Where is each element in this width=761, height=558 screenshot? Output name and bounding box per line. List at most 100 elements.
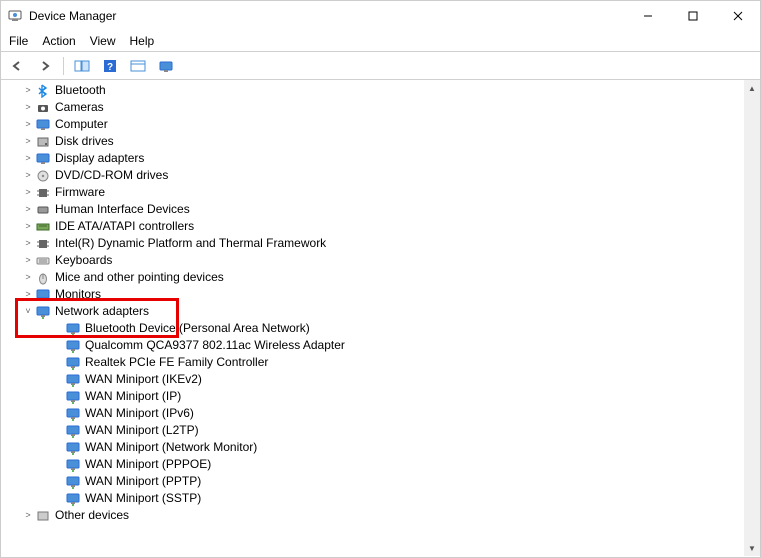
menu-view[interactable]: View [90,34,116,48]
expand-icon[interactable]: > [21,235,35,252]
properties-button[interactable] [126,55,150,77]
expand-icon[interactable]: > [21,184,35,201]
network-adapter-icon [65,389,81,405]
tree-category-keyboards[interactable]: > Keyboards [1,252,744,269]
tree-category-dvd[interactable]: > DVD/CD-ROM drives [1,167,744,184]
tree-category-network[interactable]: ˅ Network adapters [1,303,744,320]
expand-icon[interactable]: > [21,150,35,167]
expand-icon[interactable]: > [21,252,35,269]
device-label[interactable]: WAN Miniport (L2TP) [85,422,199,439]
category-label[interactable]: Monitors [55,286,101,303]
titlebar: Device Manager [1,1,760,31]
show-hide-button[interactable] [70,55,94,77]
camera-icon [35,100,51,116]
device-label[interactable]: WAN Miniport (IKEv2) [85,371,202,388]
disc-icon [35,168,51,184]
device-label[interactable]: WAN Miniport (IP) [85,388,181,405]
tree-category-cameras[interactable]: > Cameras [1,99,744,116]
tree-device[interactable]: WAN Miniport (PPTP) [1,473,744,490]
expand-icon[interactable]: > [21,218,35,235]
minimize-button[interactable] [625,1,670,31]
device-label[interactable]: Qualcomm QCA9377 802.11ac Wireless Adapt… [85,337,345,354]
scroll-up-arrow[interactable]: ▲ [744,80,760,96]
close-button[interactable] [715,1,760,31]
tree-category-monitors[interactable]: > Monitors [1,286,744,303]
device-tree[interactable]: >Bluetooth>Cameras>Computer>Disk drives>… [1,80,744,556]
tree-device[interactable]: Realtek PCIe FE Family Controller [1,354,744,371]
chip-icon [35,236,51,252]
tree-category-intel[interactable]: > Intel(R) Dynamic Platform and Thermal F… [1,235,744,252]
category-label[interactable]: Display adapters [55,150,144,167]
monitor-icon [35,287,51,303]
category-label[interactable]: Computer [55,116,108,133]
menu-help[interactable]: Help [130,34,155,48]
tree-category-other[interactable]: > Other devices [1,507,744,524]
help-icon[interactable]: ? [98,55,122,77]
expand-icon[interactable]: > [21,286,35,303]
tree-device[interactable]: WAN Miniport (Network Monitor) [1,439,744,456]
network-adapter-icon [65,423,81,439]
category-label[interactable]: DVD/CD-ROM drives [55,167,168,184]
category-label[interactable]: Network adapters [55,303,149,320]
category-label[interactable]: Other devices [55,507,129,524]
tree-category-mice[interactable]: > Mice and other pointing devices [1,269,744,286]
category-label[interactable]: Firmware [55,184,105,201]
device-label[interactable]: WAN Miniport (PPPOE) [85,456,211,473]
tree-device[interactable]: WAN Miniport (IP) [1,388,744,405]
menu-file[interactable]: File [9,34,28,48]
device-label[interactable]: WAN Miniport (SSTP) [85,490,201,507]
expand-icon[interactable]: > [21,507,35,524]
forward-button[interactable] [33,55,57,77]
tree-category-display[interactable]: > Display adapters [1,150,744,167]
category-label[interactable]: Cameras [55,99,104,116]
tree-category-hid[interactable]: > Human Interface Devices [1,201,744,218]
back-button[interactable] [5,55,29,77]
category-label[interactable]: Bluetooth [55,82,106,99]
expand-icon[interactable]: > [21,269,35,286]
expand-icon[interactable]: > [21,133,35,150]
category-label[interactable]: Mice and other pointing devices [55,269,224,286]
scroll-down-arrow[interactable]: ▼ [744,540,760,556]
tree-category-computer[interactable]: > Computer [1,116,744,133]
toolbar-separator [63,57,64,75]
device-label[interactable]: Bluetooth Device (Personal Area Network) [85,320,310,337]
toolbar: ? [1,52,760,80]
category-label[interactable]: IDE ATA/ATAPI controllers [55,218,194,235]
expand-icon[interactable]: > [21,201,35,218]
category-label[interactable]: Disk drives [55,133,114,150]
device-label[interactable]: WAN Miniport (PPTP) [85,473,201,490]
vertical-scrollbar[interactable]: ▲ ▼ [744,80,760,556]
menu-action[interactable]: Action [42,34,75,48]
network-adapter-icon [65,321,81,337]
tree-device[interactable]: Bluetooth Device (Personal Area Network) [1,320,744,337]
category-label[interactable]: Keyboards [55,252,112,269]
device-label[interactable]: WAN Miniport (IPv6) [85,405,194,422]
expand-icon[interactable]: > [21,116,35,133]
network-adapter-icon [65,372,81,388]
maximize-button[interactable] [670,1,715,31]
tree-category-disk[interactable]: > Disk drives [1,133,744,150]
tree-device[interactable]: WAN Miniport (SSTP) [1,490,744,507]
expand-icon[interactable]: > [21,167,35,184]
network-adapter-icon [65,457,81,473]
category-label[interactable]: Intel(R) Dynamic Platform and Thermal Fr… [55,235,326,252]
tree-category-bluetooth[interactable]: > Bluetooth [1,82,744,99]
scan-hardware-button[interactable] [154,55,178,77]
device-label[interactable]: Realtek PCIe FE Family Controller [85,354,268,371]
collapse-icon[interactable]: ˅ [21,303,35,320]
network-adapter-icon [65,491,81,507]
category-label[interactable]: Human Interface Devices [55,201,190,218]
tree-device[interactable]: WAN Miniport (PPPOE) [1,456,744,473]
tree-category-firmware[interactable]: > Firmware [1,184,744,201]
device-label[interactable]: WAN Miniport (Network Monitor) [85,439,257,456]
tree-device[interactable]: WAN Miniport (L2TP) [1,422,744,439]
tree-container: >Bluetooth>Cameras>Computer>Disk drives>… [1,80,760,556]
tree-device[interactable]: WAN Miniport (IPv6) [1,405,744,422]
expand-icon[interactable]: > [21,82,35,99]
network-adapter-icon [65,474,81,490]
tree-device[interactable]: Qualcomm QCA9377 802.11ac Wireless Adapt… [1,337,744,354]
ide-icon [35,219,51,235]
tree-category-ide[interactable]: > IDE ATA/ATAPI controllers [1,218,744,235]
tree-device[interactable]: WAN Miniport (IKEv2) [1,371,744,388]
expand-icon[interactable]: > [21,99,35,116]
